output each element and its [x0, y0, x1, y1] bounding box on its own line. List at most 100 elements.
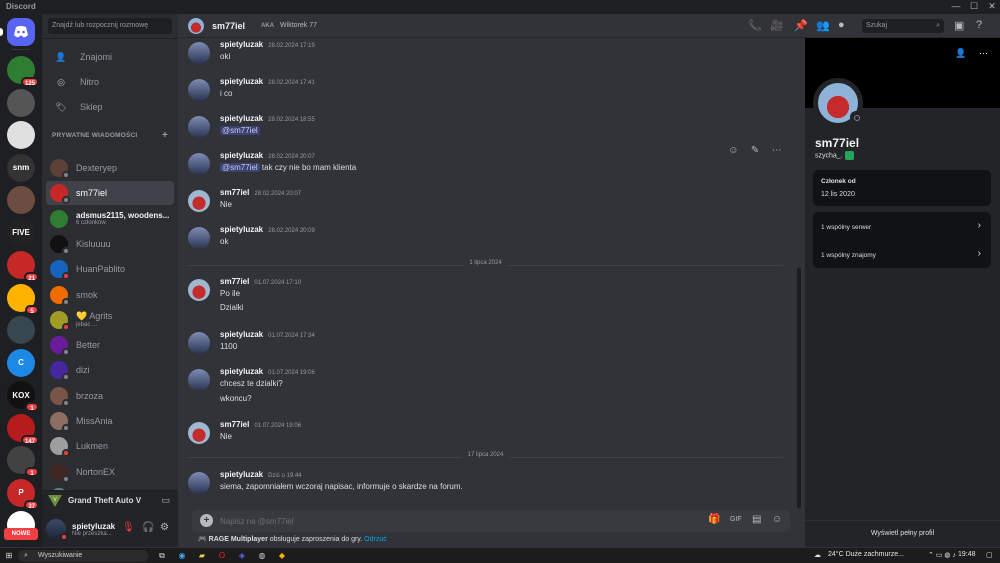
author-name[interactable]: spietyluzak: [220, 40, 263, 49]
server-icon[interactable]: 1: [7, 446, 39, 477]
conversation-search-input[interactable]: Znajdź lub rozpocznij rozmowę: [48, 18, 172, 34]
profile-more-icon[interactable]: ⋯: [979, 48, 988, 59]
sticker-icon[interactable]: ▤: [752, 514, 761, 525]
user-profile-icon[interactable]: ●: [838, 19, 845, 31]
message-avatar[interactable]: [188, 116, 210, 138]
author-name[interactable]: spietyluzak: [220, 225, 263, 234]
dm-item[interactable]: smok: [46, 283, 174, 307]
edge-icon[interactable]: ◉: [176, 550, 188, 562]
more-options-icon[interactable]: ⋯: [772, 145, 782, 156]
dm-item[interactable]: brzoza: [46, 384, 174, 408]
nav-nitro[interactable]: ◎ Nitro: [46, 71, 174, 93]
server-icon[interactable]: 147: [7, 413, 39, 445]
user-mention[interactable]: @sm77iel: [220, 163, 260, 172]
dm-item[interactable]: Kisluuuu: [46, 232, 174, 256]
server-icon[interactable]: snm: [7, 153, 35, 182]
user-avatar[interactable]: [46, 519, 68, 541]
message-author[interactable]: sm77iel 01.07.2024 17:10: [220, 277, 301, 286]
tray-icons[interactable]: ⌃ ▭ ◍ ♪: [928, 551, 956, 559]
author-name[interactable]: spietyluzak: [220, 77, 263, 86]
nav-friends[interactable]: 👤 Znajomi: [46, 46, 174, 68]
clock[interactable]: 19:48: [958, 551, 976, 558]
mute-mic-icon[interactable]: 🎙: [122, 522, 135, 533]
chat-scrollbar[interactable]: [797, 268, 801, 508]
author-name[interactable]: sm77iel: [220, 420, 249, 429]
minimize-button[interactable]: —: [948, 1, 964, 11]
add-friend-icon[interactable]: 👤: [955, 48, 966, 59]
message-author[interactable]: spietyluzak 28.02.2024 17:19: [220, 40, 315, 49]
weather-text[interactable]: 24°C Duże zachmurze...: [828, 551, 904, 558]
steam-icon[interactable]: ◍: [256, 550, 268, 562]
server-icon[interactable]: 5: [7, 283, 39, 315]
voice-call-icon[interactable]: 📞: [748, 19, 762, 32]
add-reaction-icon[interactable]: ☺: [728, 145, 738, 156]
video-call-icon[interactable]: 🎥: [770, 19, 784, 32]
close-window-button[interactable]: ✕: [984, 1, 1000, 12]
author-name[interactable]: spietyluzak: [220, 151, 263, 160]
dm-item[interactable]: NortonEX: [46, 460, 174, 484]
message-avatar[interactable]: [188, 190, 210, 212]
headphones-icon[interactable]: 🎧: [142, 522, 154, 533]
author-name[interactable]: spietyluzak: [220, 470, 263, 479]
message-avatar[interactable]: [188, 79, 210, 101]
discord-taskbar-icon[interactable]: ◈: [236, 550, 248, 562]
dm-item[interactable]: HuanPablito: [46, 257, 174, 281]
dm-item[interactable]: Lukmen: [46, 434, 174, 458]
activity-icon[interactable]: ▭: [161, 495, 170, 506]
server-icon[interactable]: [7, 186, 35, 214]
message-author[interactable]: spietyluzak 28.02.2024 20:09: [220, 225, 315, 234]
message-avatar[interactable]: [188, 42, 210, 64]
attach-plus-icon[interactable]: +: [200, 514, 213, 527]
dm-item[interactable]: Better: [46, 333, 174, 357]
new-badge[interactable]: NOWE: [4, 528, 38, 540]
author-name[interactable]: spietyluzak: [220, 367, 263, 376]
settings-gear-icon[interactable]: ⚙: [160, 522, 169, 533]
message-author[interactable]: sm77iel 01.07.2024 19:06: [220, 420, 301, 429]
author-name[interactable]: spietyluzak: [220, 114, 263, 123]
message-avatar[interactable]: [188, 332, 210, 354]
notice-dismiss-link[interactable]: Odrzuć: [364, 536, 387, 543]
author-name[interactable]: sm77iel: [220, 188, 249, 197]
message-avatar[interactable]: [188, 279, 210, 301]
message-avatar[interactable]: [188, 227, 210, 249]
message-author[interactable]: spietyluzak 01.07.2024 17:34: [220, 330, 315, 339]
view-full-profile-link[interactable]: Wyświetl pełny profil: [805, 530, 1000, 537]
server-icon[interactable]: [7, 121, 35, 149]
server-home-dm[interactable]: [0, 18, 35, 46]
opera-icon[interactable]: O: [216, 550, 228, 562]
message-input[interactable]: + Napisz na @sm77iel 🎁 GIF ▤ ☺: [192, 510, 790, 532]
server-icon[interactable]: P 37: [7, 478, 39, 510]
edit-pencil-icon[interactable]: ✎: [751, 145, 759, 156]
dm-item[interactable]: 💛 Agrits jebac ...: [46, 308, 174, 332]
server-icon[interactable]: 21: [7, 251, 39, 282]
maximize-button[interactable]: ☐: [966, 1, 982, 12]
dm-item[interactable]: adsmus2115, woodens... 6 członków: [46, 207, 174, 231]
gift-icon[interactable]: 🎁: [708, 514, 720, 525]
dm-item[interactable]: MissAnia: [46, 409, 174, 433]
task-view-icon[interactable]: ⧉: [156, 550, 168, 562]
message-author[interactable]: sm77iel 28.02.2024 20:07: [220, 188, 301, 197]
author-name[interactable]: spietyluzak: [220, 330, 263, 339]
inbox-icon[interactable]: ▣: [954, 19, 964, 32]
add-friends-to-dm-icon[interactable]: 👥: [816, 19, 830, 32]
nav-shop[interactable]: 🏷 Sklep: [46, 96, 174, 118]
file-explorer-icon[interactable]: ▰: [196, 550, 208, 562]
server-icon[interactable]: [7, 88, 35, 117]
server-icon[interactable]: 125: [7, 56, 39, 87]
emoji-icon[interactable]: ☺: [772, 514, 782, 525]
dm-item[interactable]: sm77iel: [46, 181, 174, 206]
help-icon[interactable]: ?: [976, 19, 982, 31]
notification-icon[interactable]: ▢: [986, 551, 993, 559]
gif-icon[interactable]: GIF: [730, 516, 742, 523]
dm-item[interactable]: dizi: [46, 358, 174, 382]
header-search-input[interactable]: Szukaj ⌕: [862, 19, 944, 33]
server-icon[interactable]: FIVE: [7, 218, 35, 247]
server-icon[interactable]: KOX 1: [7, 381, 39, 412]
message-author[interactable]: spietyluzak 28.02.2024 18:55: [220, 114, 315, 123]
message-author[interactable]: spietyluzak 28.02.2024 17:41: [220, 77, 315, 86]
message-author[interactable]: spietyluzak Dziś o 19:44: [220, 470, 302, 479]
app-icon[interactable]: ◆: [276, 550, 288, 562]
user-mention[interactable]: @sm77iel: [220, 126, 260, 135]
profile-avatar[interactable]: [813, 78, 863, 128]
server-icon[interactable]: C: [7, 348, 35, 377]
